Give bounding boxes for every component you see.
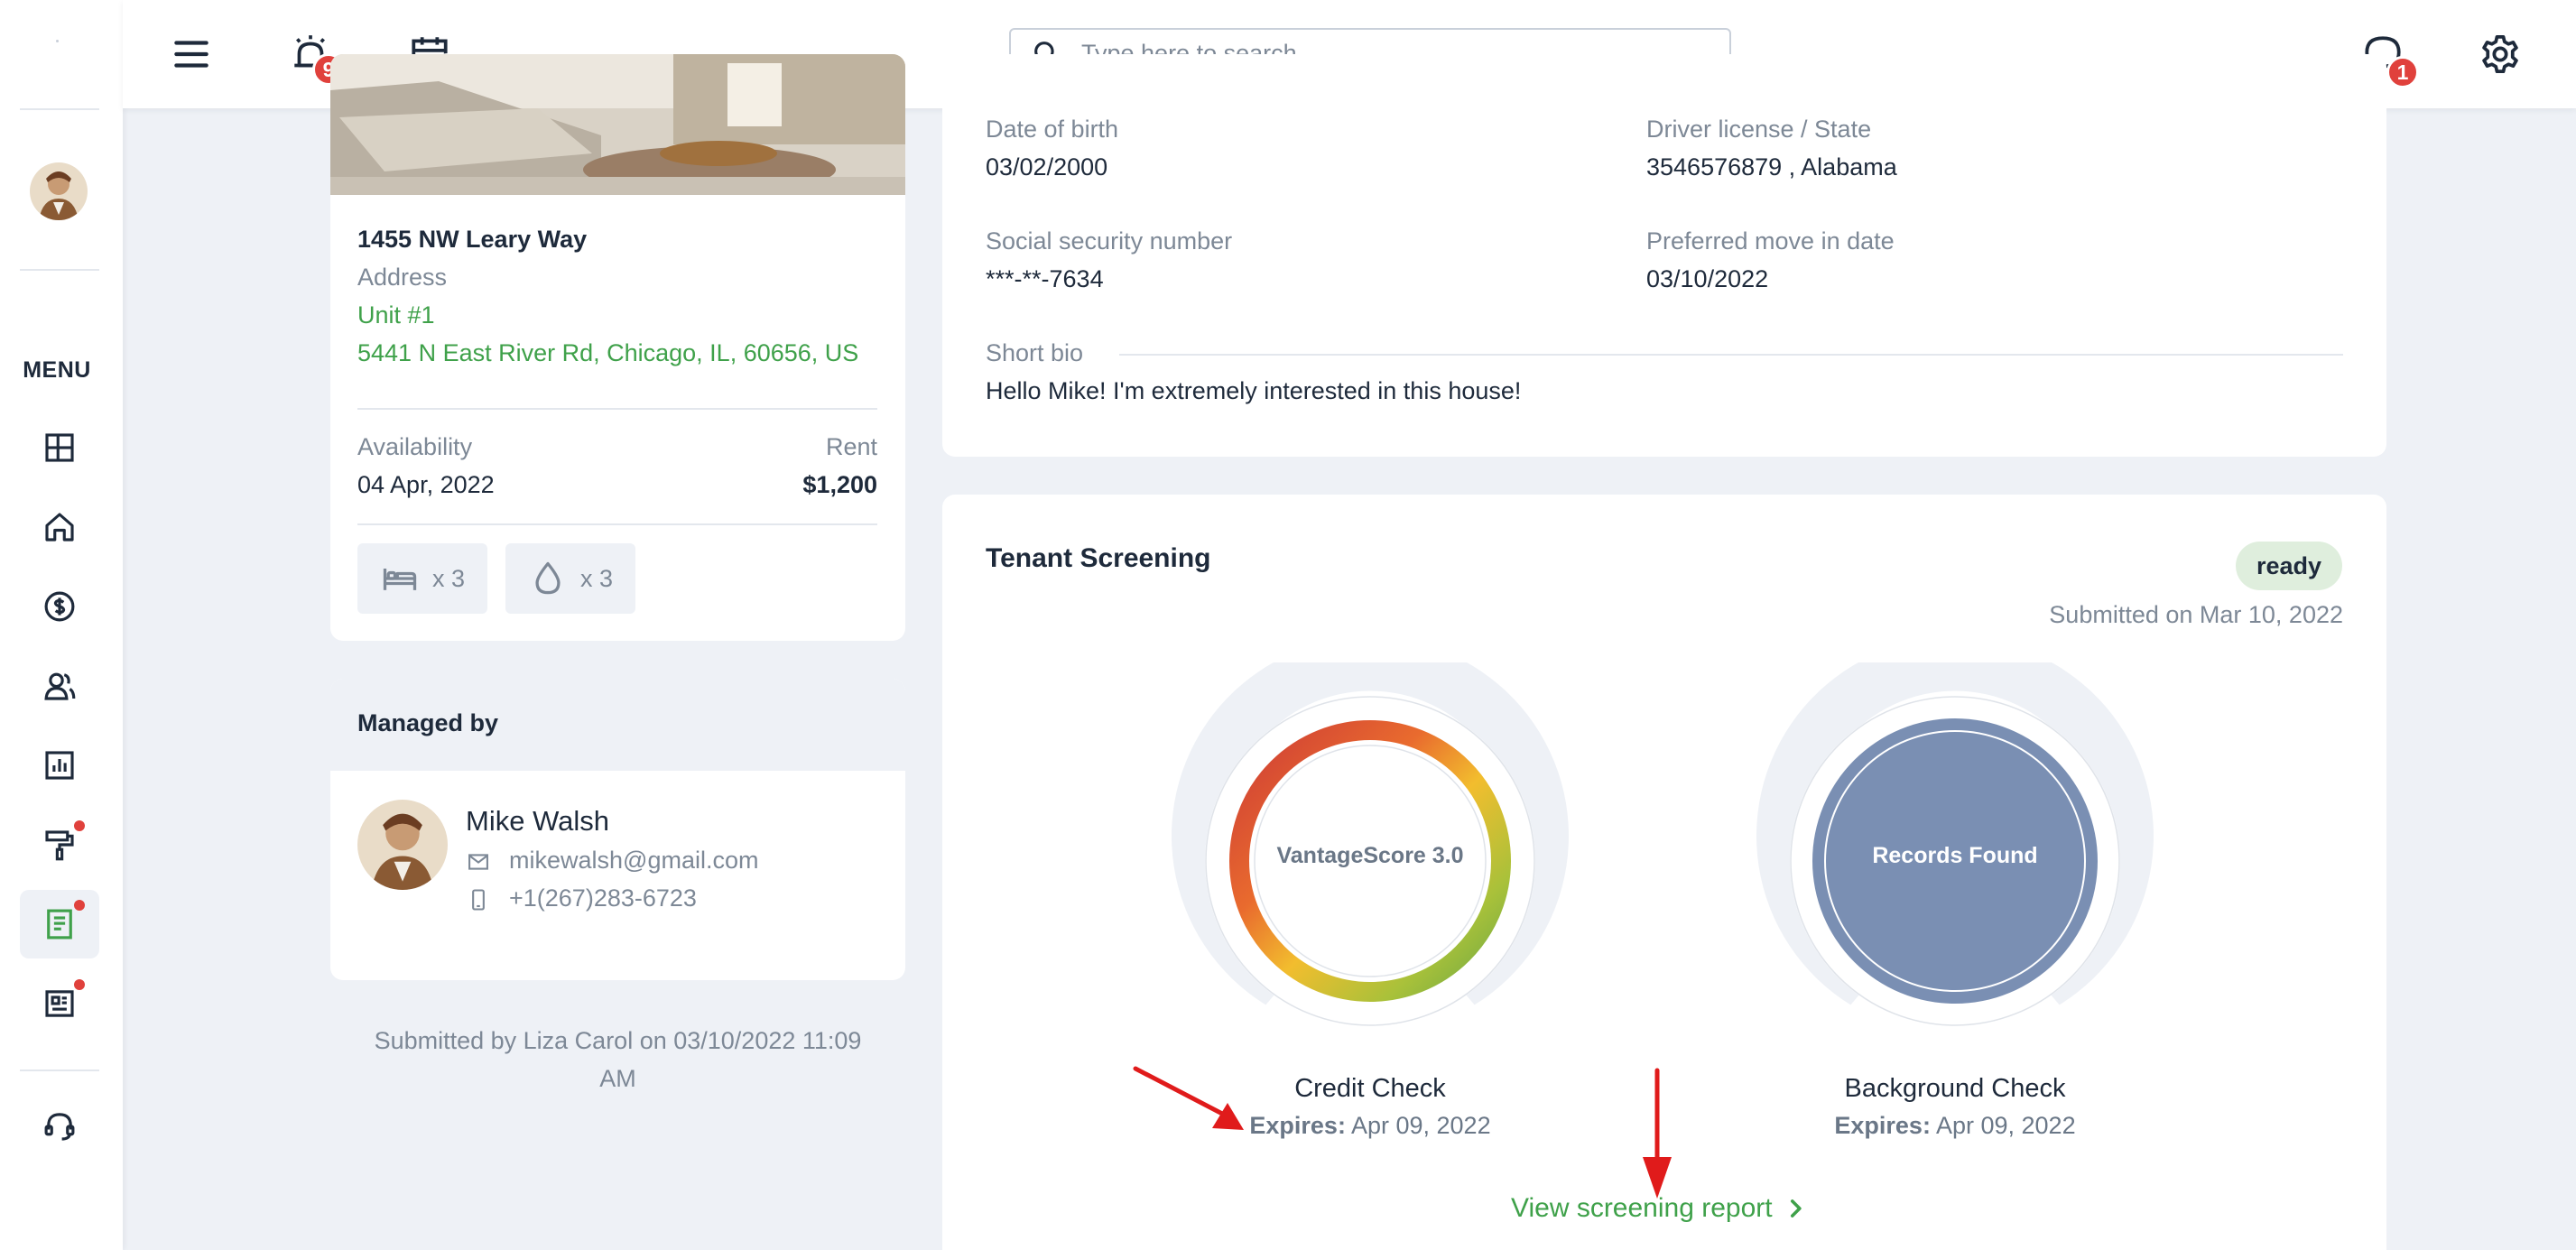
logo-placeholder [56,40,59,42]
credit-gauge-label: VantageScore 3.0 [1276,843,1464,868]
license-label: Driver license / State [1646,116,1872,143]
sidebar-item-maintenance[interactable] [20,810,99,879]
paint-roller-icon [45,830,74,861]
newspaper-icon [45,990,74,1017]
bedrooms-chip: x 3 [357,543,487,614]
license-value: 3546576879 , Alabama [1646,153,1897,181]
rent-value: $1,200 [802,471,877,498]
dashboard-icon [45,433,74,462]
property-photo [330,54,905,195]
users-icon [44,672,76,700]
bedrooms-count: x 3 [431,564,466,592]
headset-icon [44,1113,75,1141]
unit-link[interactable]: Unit #1 [357,301,435,329]
sidebar-item-reports[interactable] [20,731,99,800]
move-in-value: 03/10/2022 [1646,265,1769,292]
property-card: 1455 NW Leary Way Address Unit #1 5441 N… [330,54,905,641]
bathrooms-count: x 3 [579,564,614,592]
menu-icon [174,41,208,68]
submitted-by-note: Submitted by Liza Carol on 03/10/2022 11… [330,1022,905,1097]
drop-icon [535,561,561,595]
dob-value: 03/02/2000 [986,153,1108,181]
notification-dot [74,900,85,911]
property-name: 1455 NW Leary Way [357,226,588,253]
user-avatar[interactable] [30,162,88,220]
sidebar-item-support[interactable] [20,1092,99,1161]
messages-badge: 1 [2386,56,2419,88]
availability-label: Availability [357,433,473,460]
annotation-arrow [1643,1068,1672,1199]
menu-label: MENU [23,357,91,383]
dollar-icon [44,591,75,622]
sidebar-item-dashboard[interactable] [20,413,99,482]
address-link[interactable]: 5441 N East River Rd, Chicago, IL, 60656… [357,339,858,367]
settings-button[interactable] [2473,27,2527,81]
background-gauge-label: Records Found [1872,843,2038,868]
rent-label: Rent [825,433,877,460]
ssn-value: ***-**-7634 [986,265,1104,292]
document-icon [47,909,72,940]
submitted-by-line1: Submitted by Liza Carol on 03/10/2022 11… [374,1027,862,1054]
notification-dot [74,979,85,990]
submitted-by-line2: AM [599,1065,636,1092]
sidebar-item-properties[interactable] [20,493,99,561]
chevron-right-icon [1790,1199,1802,1218]
sidebar-divider [20,1069,99,1071]
sidebar-item-applications[interactable] [20,890,99,958]
background-expires-label: Expires: [1834,1112,1931,1139]
sidebar-divider [20,269,99,271]
background-check-title: Background Check [1844,1074,2066,1103]
managed-by-heading: Managed by [357,709,499,736]
manager-card: Managed by Mike Walsh mikewalsh@gmail.co… [330,679,905,980]
bed-icon [383,569,417,590]
manager-avatar [357,800,448,890]
manager-email[interactable]: mikewalsh@gmail.com [509,847,758,875]
screening-title: Tenant Screening [986,543,1211,573]
applicant-info-card: Date of birth 03/02/2000 Driver license … [942,54,2386,457]
manager-name: Mike Walsh [466,805,610,837]
mail-icon [468,854,488,870]
notification-dot [74,820,85,831]
sidebar-item-people[interactable] [20,652,99,720]
gear-icon [2482,34,2518,74]
annotation-arrow [1133,1066,1244,1130]
sidebar-divider [20,108,99,110]
card-divider [357,523,877,525]
credit-expires-value: Apr 09, 2022 [1350,1112,1491,1139]
availability-value: 04 Apr, 2022 [357,471,495,498]
chart-icon [45,751,74,780]
phone-icon [472,889,485,911]
bathrooms-chip: x 3 [505,543,635,614]
move-in-label: Preferred move in date [1646,227,1895,255]
bio-divider [1119,354,2343,356]
card-divider [357,408,877,410]
bio-label: Short bio [986,339,1084,366]
address-label: Address [357,264,448,291]
background-check-expiry: Expires: Apr 09, 2022 [1756,1112,2154,1140]
menu-button[interactable] [164,27,218,81]
manager-phone[interactable]: +1(267)283-6723 [509,884,697,912]
sidebar-item-payments[interactable] [20,572,99,641]
ssn-label: Social security number [986,227,1233,255]
background-expires-value: Apr 09, 2022 [1935,1112,2076,1139]
dob-label: Date of birth [986,116,1119,143]
screening-submitted-date: Submitted on Mar 10, 2022 [2049,601,2343,628]
sidebar: MENU [0,0,123,1250]
credit-expires-label: Expires: [1249,1112,1346,1139]
sidebar-item-leases[interactable] [20,969,99,1038]
home-icon [45,513,74,542]
status-badge: ready [2236,542,2342,590]
bio-value: Hello Mike! I'm extremely interested in … [986,377,1522,404]
